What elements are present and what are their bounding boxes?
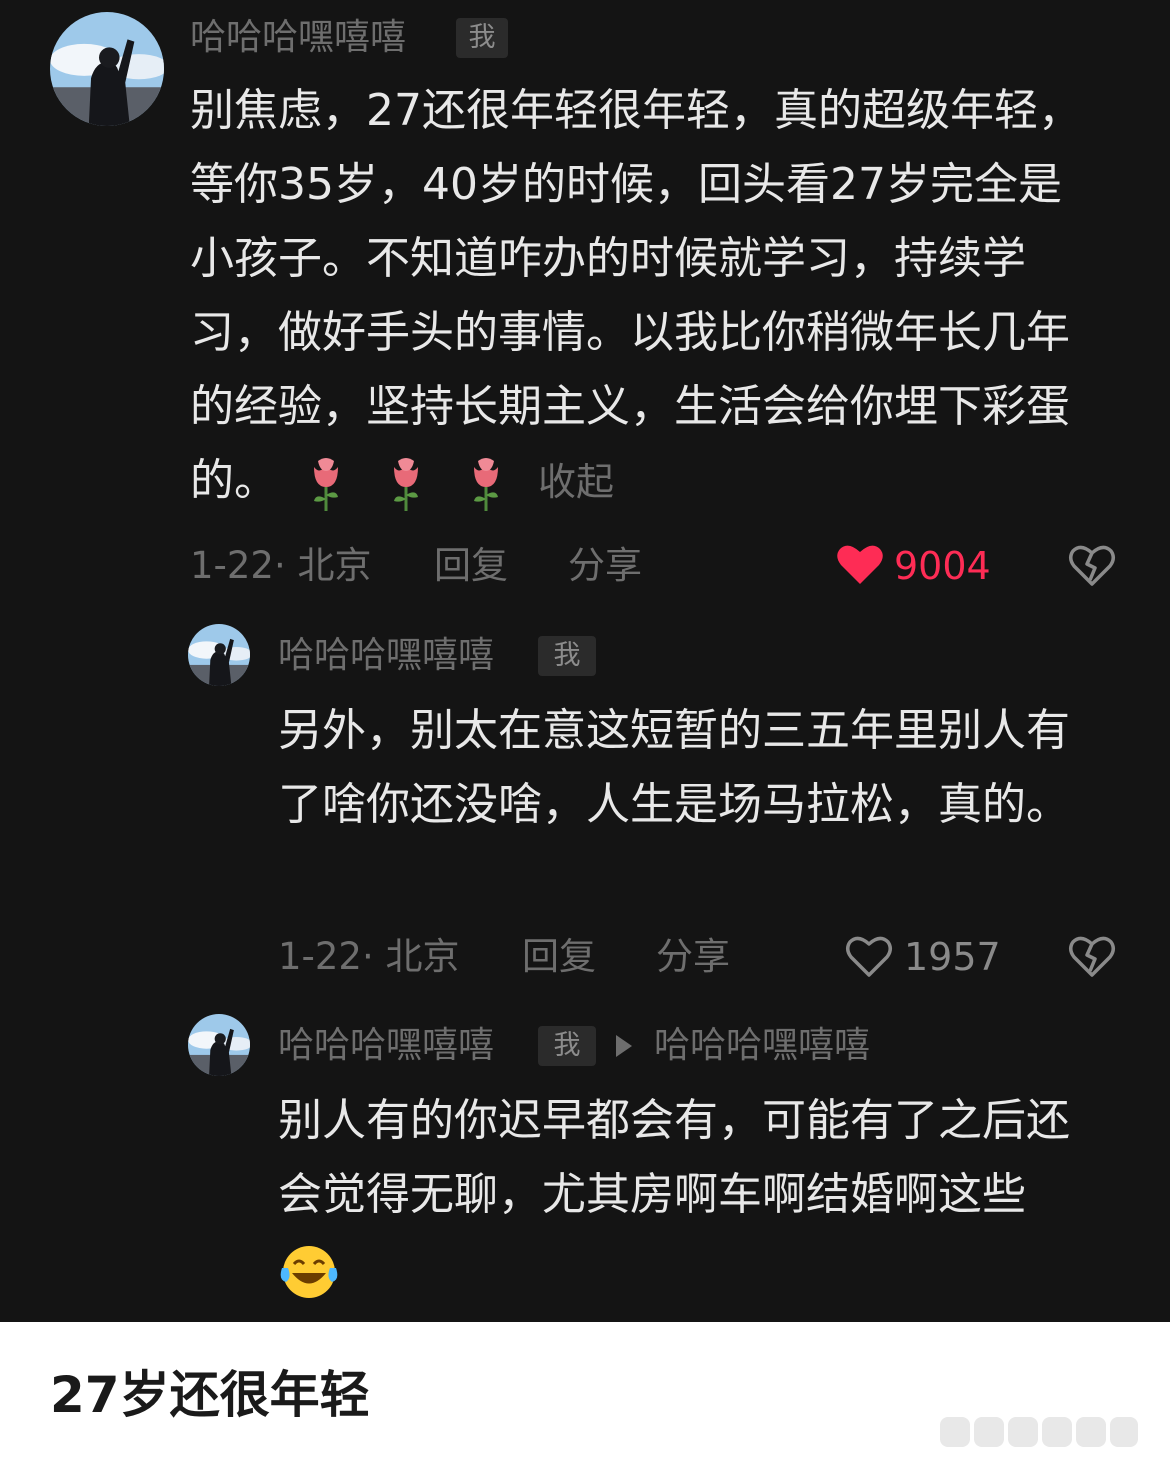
- comment-username[interactable]: 哈哈哈嘿嘻嘻: [278, 1028, 494, 1064]
- like-button[interactable]: [836, 542, 884, 586]
- share-button[interactable]: 分享: [656, 938, 730, 975]
- comment-thread: 哈哈哈嘿嘻嘻 我 别焦虑，27还很年轻很年轻，真的超级年轻，等你35岁，40岁的…: [0, 0, 1170, 1322]
- dislike-button[interactable]: [1068, 933, 1116, 979]
- dislike-button[interactable]: [1068, 542, 1116, 588]
- avatar-image: [188, 624, 250, 686]
- rose-emoji: [386, 453, 426, 513]
- like-count: 9004: [894, 544, 991, 588]
- heart-icon: [837, 545, 883, 584]
- comment-body: 另外，别太在意这短暂的三五年里别人有了啥你还没啥，人生是场马拉松，真的。: [278, 705, 1070, 830]
- like-button[interactable]: [845, 933, 893, 979]
- avatar[interactable]: [188, 1014, 250, 1076]
- avatar[interactable]: [188, 624, 250, 686]
- comment-date-location: 1-22· 北京: [278, 935, 460, 978]
- collapse-button[interactable]: 收起: [538, 460, 614, 504]
- broken-heart-icon: [1069, 936, 1115, 977]
- comment-body: 别人有的你迟早都会有，可能有了之后还会觉得无聊，尤其房啊车啊结婚啊这些: [278, 1095, 1070, 1220]
- triangle-right-icon: [616, 1035, 632, 1057]
- avatar-image: [50, 12, 164, 126]
- avatar[interactable]: [50, 12, 164, 126]
- reply-to-username[interactable]: 哈哈哈嘿嘻嘻: [654, 1028, 870, 1064]
- watermark-dots: [940, 1415, 1140, 1449]
- laughing-tears-emoji: [280, 1246, 338, 1298]
- comment-username[interactable]: 哈哈哈嘿嘻嘻: [278, 638, 494, 674]
- comment-body: 别焦虑，27还很年轻很年轻，真的超级年轻，等你35岁，40岁的时候，回头看27岁…: [190, 85, 1082, 506]
- broken-heart-icon: [1069, 545, 1115, 586]
- me-badge: 我: [538, 636, 596, 676]
- share-button[interactable]: 分享: [568, 547, 642, 584]
- avatar-image: [188, 1014, 250, 1076]
- comment-text: 别焦虑，27还很年轻很年轻，真的超级年轻，等你35岁，40岁的时候，回头看27岁…: [190, 74, 1090, 519]
- comment-text: 另外，别太在意这短暂的三五年里别人有了啥你还没啥，人生是场马拉松，真的。: [278, 694, 1090, 842]
- post-caption: 27岁还很年轻: [50, 1366, 370, 1424]
- comment-text: 别人有的你迟早都会有，可能有了之后还会觉得无聊，尤其房啊车啊结婚啊这些: [278, 1084, 1090, 1306]
- me-badge: 我: [538, 1026, 596, 1066]
- like-count: 1957: [904, 935, 1001, 979]
- comment-username[interactable]: 哈哈哈嘿嘻嘻: [190, 20, 406, 56]
- rose-emoji: [466, 453, 506, 513]
- heart-icon: [846, 936, 892, 977]
- me-badge: 我: [456, 18, 508, 58]
- reply-button[interactable]: 回复: [434, 547, 508, 584]
- rose-emoji: [306, 453, 346, 513]
- reply-button[interactable]: 回复: [522, 938, 596, 975]
- comment-date-location: 1-22· 北京: [190, 544, 372, 587]
